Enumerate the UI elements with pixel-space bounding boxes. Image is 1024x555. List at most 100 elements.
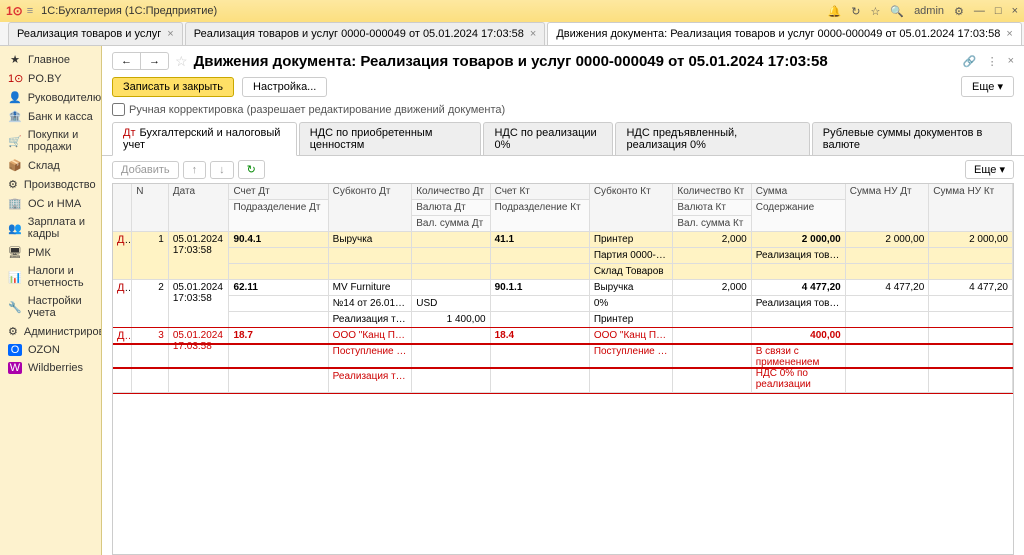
sidebar-item-assets[interactable]: 🏢ОС и НМА [0,194,101,213]
settings-icon[interactable]: ⚙ [954,5,964,18]
bell-icon[interactable]: 🔔 [828,5,842,18]
sidebar-item-bank[interactable]: 🏦Банк и касса [0,107,101,126]
tab-0[interactable]: Реализация товаров и услуг× [8,22,183,45]
forward-button[interactable]: → [141,53,168,69]
titlebar-actions: 🔔 ↻ ☆ 🔍 admin ⚙ — □ × [828,5,1018,18]
manual-edit-label: Ручная корректировка (разрешает редактир… [129,104,505,116]
menu-icon[interactable]: ⋮ [987,55,998,68]
tab-close-icon[interactable]: × [1006,28,1012,40]
sidebar-item-main[interactable]: ★Главное [0,50,101,69]
brand-icon: 1⊙ [8,72,22,85]
people-icon: 👥 [8,222,22,235]
sidebar-item-settings[interactable]: 🔧Настройки учета [0,292,101,322]
sidebar-item-salary[interactable]: 👥Зарплата и кадры [0,213,101,243]
itab-nds-pres[interactable]: НДС предъявленный, реализация 0% [615,122,809,155]
grid-more-button[interactable]: Еще ▾ [965,160,1014,179]
sidebar-item-poby[interactable]: 1⊙PO.BY [0,69,101,88]
close-icon[interactable]: × [1012,5,1018,17]
star-icon[interactable]: ☆ [870,5,880,18]
box-icon: 📦 [8,159,22,172]
entry-icon: Дт [113,232,132,280]
table-row[interactable]: Поступление това... Поступление това... … [113,344,1013,369]
add-button[interactable]: Добавить [112,161,179,179]
search-icon[interactable]: 🔍 [890,5,904,18]
col-kt[interactable]: Счет Кт [490,184,589,200]
sidebar-item-production[interactable]: ⚙Производство [0,175,101,194]
col-dt[interactable]: Счет Дт [229,184,328,200]
col-qty-kt[interactable]: Количество Кт [673,184,751,200]
col-nu-kt[interactable]: Сумма НУ Кт [929,184,1013,232]
sidebar-item-sales[interactable]: 🛒Покупки и продажи [0,126,101,156]
move-up-button[interactable]: ↑ [183,161,207,179]
itab-nds-acq[interactable]: НДС по приобретенным ценностям [299,122,482,155]
favorite-icon[interactable]: ☆ [175,53,188,70]
table-row[interactable]: Партия 0000-0005... Реализация товаров [113,248,1013,264]
col-n[interactable]: N [132,184,169,232]
titlebar: 1⊙ ≡ 1С:Бухгалтерия (1С:Предприятие) 🔔 ↻… [0,0,1024,22]
col-nu-dt[interactable]: Сумма НУ Дт [845,184,929,232]
history-icon[interactable]: ↻ [851,5,860,18]
minimize-icon[interactable]: — [974,5,985,17]
sidebar-item-wb[interactable]: WWildberries [0,359,101,377]
cart-icon: 🛒 [8,135,22,148]
itab-rub[interactable]: Рублевые суммы документов в валюте [812,122,1012,155]
ledger-icon: Дт [123,127,136,139]
sidebar-item-manager[interactable]: 👤Руководителю [0,88,101,107]
building-icon: 🏢 [8,197,22,210]
col-date[interactable]: Дата [168,184,229,232]
logo-icon: 1⊙ [6,4,23,18]
chart-icon: 📊 [8,271,22,284]
save-close-button[interactable]: Записать и закрыть [112,77,234,97]
bank-icon: 🏦 [8,110,22,123]
sidebar: ★Главное 1⊙PO.BY 👤Руководителю 🏦Банк и к… [0,46,102,555]
manual-edit-checkbox[interactable] [112,103,125,116]
monitor-icon: 🖥 [8,246,22,259]
app-title: 1С:Бухгалтерия (1С:Предприятие) [41,5,827,17]
tab-close-icon[interactable]: × [167,28,173,40]
grid[interactable]: N Дата Счет Дт Субконто Дт Количество Дт… [112,183,1014,555]
table-row[interactable]: Реализация товар... 1 400,00 Принтер [113,312,1013,328]
hamburger-icon[interactable]: ≡ [27,5,33,17]
col-sum[interactable]: Сумма [751,184,845,200]
tab-bar: Реализация товаров и услуг× Реализация т… [0,22,1024,46]
refresh-button[interactable]: ↻ [238,160,265,179]
link-icon[interactable]: 🔗 [963,55,977,68]
user-label[interactable]: admin [914,5,944,17]
wrench-icon: 🔧 [8,301,22,314]
entry-icon: Дт [113,280,132,328]
table-row[interactable]: Реализация товар... [113,368,1013,393]
tab-1[interactable]: Реализация товаров и услуг 0000-000049 о… [185,22,546,45]
table-row[interactable]: Склад Товаров [113,264,1013,280]
cog-icon: ⚙ [8,325,18,338]
table-row[interactable]: Дт 1 05.01.2024 17:03:58 90.4.1 Выручка … [113,232,1013,248]
col-subk-dt[interactable]: Субконто Дт [328,184,412,232]
col-qty-dt[interactable]: Количество Дт [412,184,490,200]
tab-close-icon[interactable]: × [530,28,536,40]
col-subk-kt[interactable]: Субконто Кт [589,184,673,232]
wb-icon: W [8,362,22,374]
ozon-icon: O [8,344,22,356]
gear-icon: ⚙ [8,178,18,191]
sidebar-item-ozon[interactable]: OOZON [0,341,101,359]
back-button[interactable]: ← [113,53,141,69]
table-row[interactable]: Дт 3 05.01.2024 17:03:58 18.7 ООО "Канц … [113,328,1013,344]
nav-buttons: ← → [112,52,169,70]
itab-accounting[interactable]: ДтБухгалтерский и налоговый учет [112,122,297,156]
more-button[interactable]: Еще ▾ [961,76,1014,97]
table-row[interactable]: Дт 2 05.01.2024 17:03:58 62.11 MV Furnit… [113,280,1013,296]
sidebar-item-warehouse[interactable]: 📦Склад [0,156,101,175]
tab-2[interactable]: Движения документа: Реализация товаров и… [547,22,1021,45]
page-title: Движения документа: Реализация товаров и… [194,53,957,70]
sidebar-item-admin[interactable]: ⚙Администрирование [0,322,101,341]
sidebar-item-taxes[interactable]: 📊Налоги и отчетность [0,262,101,292]
table-row[interactable]: №14 от 26.01.2023 USD 0% Реализация това… [113,296,1013,312]
maximize-icon[interactable]: □ [995,5,1002,17]
user-icon: 👤 [8,91,22,104]
itab-nds-real[interactable]: НДС по реализации 0% [483,122,613,155]
entry-icon: Дт [113,328,132,393]
move-down-button[interactable]: ↓ [210,161,234,179]
inner-tabs: ДтБухгалтерский и налоговый учет НДС по … [102,122,1024,156]
sidebar-item-rmk[interactable]: 🖥РМК [0,243,101,262]
close-page-icon[interactable]: × [1008,55,1014,68]
settings-button[interactable]: Настройка... [242,77,327,97]
